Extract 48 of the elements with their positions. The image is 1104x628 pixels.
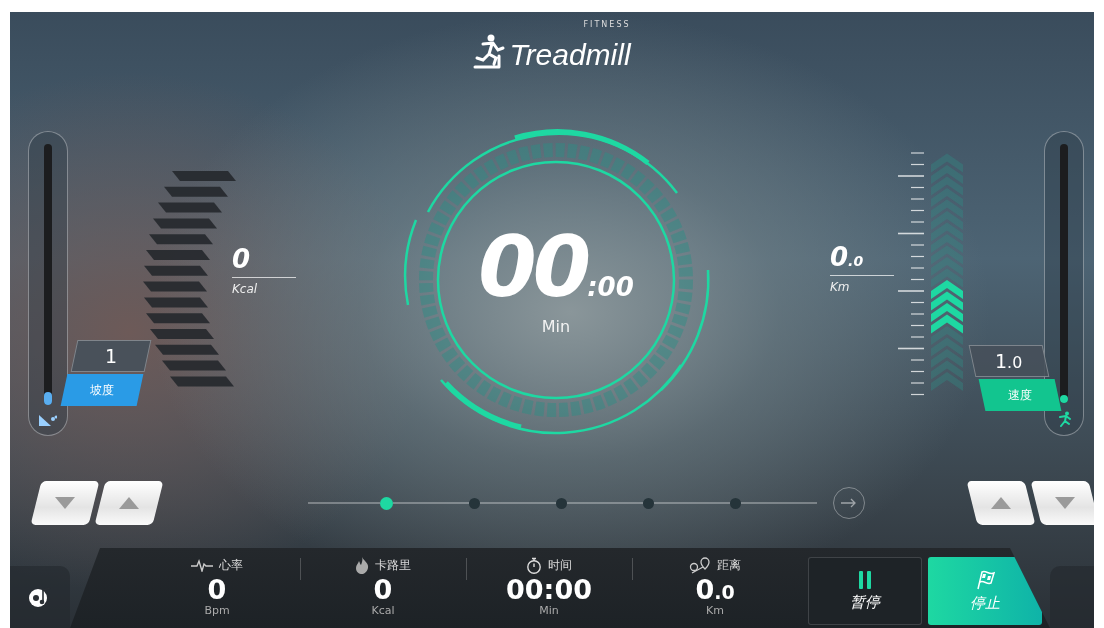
incline-icon (39, 413, 57, 427)
incline-value: 1 (70, 340, 152, 372)
vertical-slider[interactable] (1044, 131, 1084, 436)
timer-seconds: :00 (587, 271, 634, 302)
page-dot[interactable] (643, 497, 654, 509)
checkered-flag-icon (975, 569, 995, 590)
corner-panel (1050, 566, 1094, 628)
location-pins-icon (689, 556, 711, 574)
music-button[interactable] (10, 566, 70, 628)
stat-label: 卡路里 (375, 556, 411, 574)
speed-value: 1.0 (968, 345, 1050, 377)
vertical-slider[interactable] (28, 131, 68, 436)
arrow-right-icon (841, 498, 857, 508)
pause-icon (859, 570, 871, 589)
stat-value: 0.0 (695, 574, 735, 606)
timer-minutes: 00 (478, 224, 588, 309)
stat-unit: Bpm (204, 605, 230, 618)
calories-value: 0 (232, 245, 252, 274)
stat-unit: Min (539, 605, 559, 618)
flame-icon (355, 556, 369, 574)
heartbeat-icon (191, 558, 213, 572)
speed-up-button[interactable] (966, 481, 1036, 525)
page-dot[interactable] (469, 497, 480, 509)
stat-label: 距离 (717, 556, 741, 574)
page-dot[interactable] (556, 497, 567, 509)
distance-value: 0.0 (830, 242, 864, 272)
distance-unit: Km (830, 280, 851, 295)
stat-value: 0 (207, 574, 227, 606)
speed-down-button[interactable] (1030, 481, 1094, 525)
timer-unit: Min (541, 316, 571, 336)
pause-button[interactable]: 暂停 (808, 557, 922, 625)
incline-up-button[interactable] (94, 481, 164, 525)
brand-name: Treadmill (509, 39, 631, 70)
stat-value: 0 (373, 574, 393, 606)
stat-label: 时间 (548, 556, 572, 574)
stat-unit: Km (706, 605, 724, 618)
calories-unit: Kcal (232, 282, 259, 297)
stat-value: 00:00 (506, 574, 592, 606)
stopwatch-icon (526, 556, 542, 574)
running-person-icon (1056, 411, 1072, 427)
brand-tagline: FITNESS (583, 19, 631, 29)
incline-down-button[interactable] (30, 481, 100, 525)
page-dot[interactable] (730, 497, 741, 509)
speed-label: 速度 (978, 379, 1062, 411)
stat-label: 心率 (219, 556, 243, 574)
incline-label: 坡度 (60, 374, 144, 406)
stat-unit: Kcal (371, 605, 395, 618)
page-dot[interactable] (380, 496, 393, 510)
